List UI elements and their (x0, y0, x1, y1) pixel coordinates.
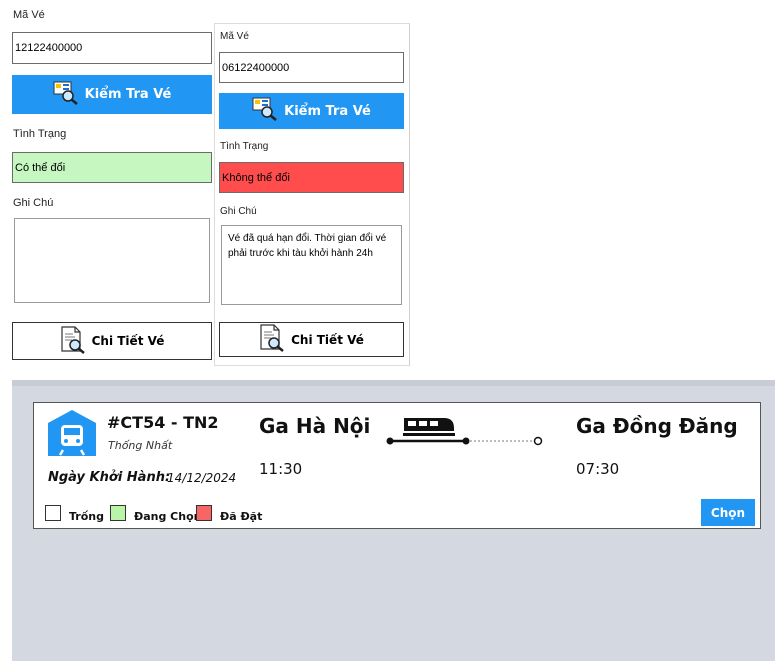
left-check-ticket-label: Kiểm Tra Vé (84, 87, 172, 102)
right-note-label: Ghi Chú (220, 206, 257, 217)
left-status-label: Tình Trạng (13, 128, 67, 140)
left-ticket-label: Mã Vé (13, 9, 45, 21)
left-ticket-detail-button[interactable]: Chi Tiết Vé (12, 322, 212, 360)
from-time: 11:30 (259, 460, 303, 478)
legend-booked-swatch (196, 505, 212, 521)
right-status-label: Tình Trạng (220, 141, 269, 152)
document-search-icon (259, 324, 285, 355)
right-check-ticket-button[interactable]: Kiểm Tra Vé (219, 93, 404, 129)
legend-empty-label: Trống (69, 510, 104, 523)
to-station: Ga Đồng Đăng (576, 414, 738, 438)
departure-label: Ngày Khởi Hành: (48, 470, 171, 485)
right-status-field: Không thể đổi (219, 162, 404, 193)
legend-selecting-label: Đang Chọn (134, 510, 202, 523)
trip-route-name: Thống Nhất (108, 439, 173, 452)
right-ticket-input[interactable]: 06122400000 (219, 52, 404, 83)
left-check-ticket-button[interactable]: Kiểm Tra Vé (12, 75, 212, 114)
left-note-textarea[interactable] (14, 218, 210, 303)
left-ticket-detail-label: Chi Tiết Vé (91, 334, 165, 348)
legend-booked-label: Đã Đặt (220, 510, 263, 523)
trip-list-top-edge (12, 380, 775, 386)
select-trip-button[interactable]: Chọn (701, 499, 755, 526)
left-status-field: Có thể đổi (12, 152, 212, 183)
right-ticket-detail-button[interactable]: Chi Tiết Vé (219, 322, 404, 357)
departure-date: 14/12/2024 (167, 471, 237, 485)
trip-code: #CT54 - TN2 (107, 413, 219, 432)
right-ticket-label: Mã Vé (220, 31, 249, 42)
train-station-icon (47, 409, 97, 462)
legend-empty-swatch (45, 505, 61, 521)
ticket-search-icon (252, 97, 278, 125)
right-check-ticket-label: Kiểm Tra Vé (284, 103, 371, 119)
train-route-line (386, 414, 546, 453)
legend-selecting-swatch (110, 505, 126, 521)
ticket-search-icon (53, 81, 79, 109)
right-ticket-detail-label: Chi Tiết Vé (291, 332, 364, 347)
left-note-label: Ghi Chú (13, 197, 54, 209)
to-time: 07:30 (576, 460, 620, 478)
left-ticket-input[interactable]: 12122400000 (12, 32, 212, 64)
right-note-textarea[interactable]: Vé đã quá hạn đổi. Thời gian đổi vé phải… (221, 225, 402, 305)
document-search-icon (60, 325, 86, 357)
from-station: Ga Hà Nội (259, 414, 371, 438)
train-icon (403, 418, 455, 436)
